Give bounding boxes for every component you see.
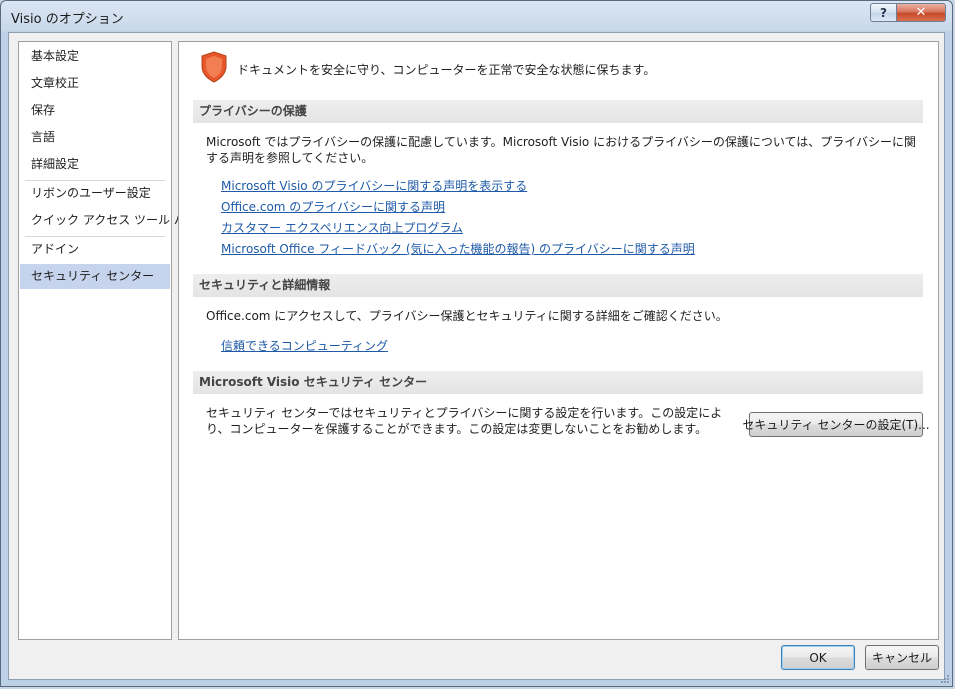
- intro-text: ドキュメントを安全に守り、コンピューターを正常で安全な状態に保ちます。: [237, 63, 656, 77]
- feedback-privacy-statement-link[interactable]: Microsoft Office フィードバック (気に入った機能の報告) のプ…: [221, 240, 695, 257]
- resize-grip-icon[interactable]: [940, 674, 950, 684]
- privacy-header: プライバシーの保護: [193, 100, 923, 123]
- security-header: セキュリティと詳細情報: [193, 274, 923, 297]
- options-nav: 基本設定 文章校正 保存 言語 詳細設定 リボンのユーザー設定 クイック アクセ…: [18, 41, 198, 640]
- nav-item-general[interactable]: 基本設定: [20, 44, 170, 69]
- cancel-button[interactable]: キャンセル: [865, 645, 939, 670]
- nav-item-customize-ribbon[interactable]: リボンのユーザー設定: [20, 181, 170, 206]
- privacy-text: Microsoft ではプライバシーの保護に配慮しています。Microsoft …: [206, 135, 916, 165]
- title-bar[interactable]: Visio のオプション ? ✕: [1, 1, 952, 33]
- nav-item-language[interactable]: 言語: [20, 125, 170, 150]
- trust-center-header: Microsoft Visio セキュリティ センター: [193, 371, 923, 394]
- trust-center-settings-button[interactable]: セキュリティ センターの設定(T)...: [742, 412, 930, 437]
- ok-button[interactable]: OK: [781, 645, 855, 670]
- options-dialog: Visio のオプション ? ✕ 基本設定 文章校正 保存 言語 詳細設定 リボ…: [0, 0, 953, 687]
- intro-banner: ドキュメントを安全に守り、コンピューターを正常で安全な状態に保ちます。: [199, 50, 919, 84]
- close-icon: ✕: [915, 5, 927, 20]
- trust-center-text: セキュリティ センターではセキュリティとプライバシーに関する設定を行います。この…: [206, 406, 723, 436]
- shield-icon: [201, 51, 227, 83]
- customer-experience-program-link[interactable]: カスタマー エクスペリエンス向上プログラム: [221, 219, 463, 236]
- window-title: Visio のオプション: [11, 12, 124, 27]
- nav-item-proofing[interactable]: 文章校正: [20, 71, 170, 96]
- nav-item-advanced[interactable]: 詳細設定: [20, 152, 170, 177]
- visio-privacy-statement-link[interactable]: Microsoft Visio のプライバシーに関する声明を表示する: [221, 177, 527, 194]
- office-privacy-statement-link[interactable]: Office.com のプライバシーに関する声明: [221, 198, 445, 215]
- nav-item-save[interactable]: 保存: [20, 98, 170, 123]
- help-icon: ?: [880, 5, 887, 20]
- help-button[interactable]: ?: [870, 3, 897, 22]
- security-text: Office.com にアクセスして、プライバシー保護とセキュリティに関する詳細…: [206, 309, 728, 323]
- dialog-client-area: 基本設定 文章校正 保存 言語 詳細設定 リボンのユーザー設定 クイック アクセ…: [8, 32, 945, 680]
- close-button[interactable]: ✕: [896, 3, 946, 22]
- nav-item-add-ins[interactable]: アドイン: [20, 237, 170, 262]
- nav-item-trust-center[interactable]: セキュリティ センター: [20, 264, 170, 289]
- trust-center-panel: ドキュメントを安全に守り、コンピューターを正常で安全な状態に保ちます。 プライバ…: [178, 41, 939, 640]
- trustworthy-computing-link[interactable]: 信頼できるコンピューティング: [221, 337, 388, 354]
- nav-item-quick-access-toolbar[interactable]: クイック アクセス ツール バー: [20, 208, 198, 233]
